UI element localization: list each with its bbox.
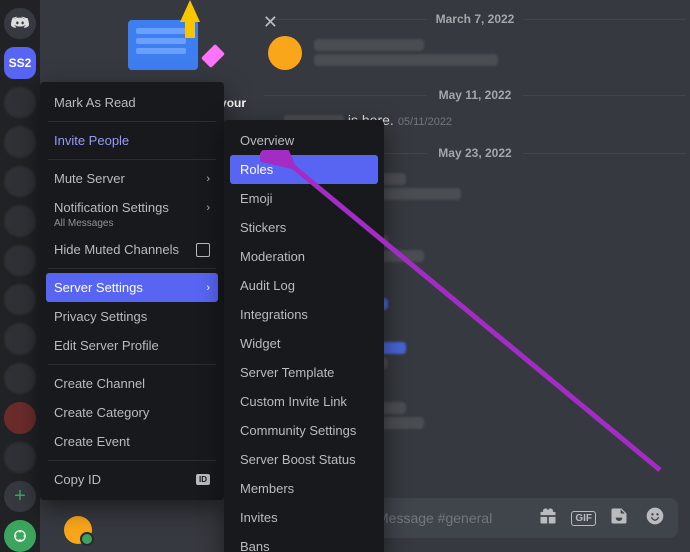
message-input-placeholder: Message #general <box>377 510 525 526</box>
submenu-roles[interactable]: Roles <box>230 155 378 184</box>
home-button[interactable] <box>4 8 36 39</box>
submenu-stickers[interactable]: Stickers <box>230 213 378 242</box>
menu-hide-muted[interactable]: Hide Muted Channels <box>46 235 218 264</box>
chevron-right-icon: › <box>206 282 210 294</box>
submenu-members[interactable]: Members <box>230 474 378 503</box>
server-icon[interactable] <box>4 284 36 315</box>
menu-server-settings[interactable]: Server Settings› <box>46 273 218 302</box>
emoji-icon[interactable] <box>642 506 668 531</box>
gif-icon[interactable]: GIF <box>571 511 596 526</box>
submenu-overview[interactable]: Overview <box>230 126 378 155</box>
server-icon[interactable] <box>4 363 36 394</box>
submenu-moderation[interactable]: Moderation <box>230 242 378 271</box>
menu-privacy-settings[interactable]: Privacy Settings <box>46 302 218 331</box>
menu-mute-server[interactable]: Mute Server› <box>46 164 218 193</box>
redacted-text <box>314 39 424 51</box>
boost-banner: ✕ <box>88 0 238 90</box>
server-icon[interactable] <box>4 245 36 276</box>
menu-invite-people[interactable]: Invite People <box>46 126 218 155</box>
submenu-emoji[interactable]: Emoji <box>230 184 378 213</box>
menu-create-event[interactable]: Create Event <box>46 427 218 456</box>
server-icon[interactable] <box>4 205 36 236</box>
menu-create-category[interactable]: Create Category <box>46 398 218 427</box>
server-context-menu: Mark As Read Invite People Mute Server› … <box>40 82 224 500</box>
date-divider: March 7, 2022 <box>260 12 690 26</box>
menu-edit-server-profile[interactable]: Edit Server Profile <box>46 331 218 360</box>
user-dock[interactable] <box>64 516 92 544</box>
submenu-bans[interactable]: Bans <box>230 532 378 552</box>
server-icon[interactable] <box>4 402 36 433</box>
menu-create-channel[interactable]: Create Channel <box>46 369 218 398</box>
submenu-community-settings[interactable]: Community Settings <box>230 416 378 445</box>
server-icon[interactable] <box>4 126 36 157</box>
submenu-widget[interactable]: Widget <box>230 329 378 358</box>
menu-notification-sublabel: All Messages <box>46 218 218 235</box>
redacted-text <box>314 54 498 66</box>
id-icon: ID <box>196 474 210 485</box>
checkbox-icon <box>196 243 210 257</box>
sticker-icon[interactable] <box>606 506 632 531</box>
server-icon[interactable] <box>4 323 36 354</box>
submenu-server-boost-status[interactable]: Server Boost Status <box>230 445 378 474</box>
close-icon[interactable]: ✕ <box>263 12 278 33</box>
server-icon-selected[interactable]: SS2 <box>4 47 36 78</box>
guild-rail: SS2 + <box>0 0 40 552</box>
date-divider: May 11, 2022 <box>260 88 690 102</box>
submenu-audit-log[interactable]: Audit Log <box>230 271 378 300</box>
chevron-right-icon: › <box>206 173 210 185</box>
chevron-right-icon: › <box>206 202 210 214</box>
menu-copy-id[interactable]: Copy IDID <box>46 465 218 494</box>
submenu-custom-invite-link[interactable]: Custom Invite Link <box>230 387 378 416</box>
submenu-invites[interactable]: Invites <box>230 503 378 532</box>
message-input[interactable]: + Message #general GIF <box>335 498 678 538</box>
explore-button[interactable] <box>4 520 36 551</box>
submenu-integrations[interactable]: Integrations <box>230 300 378 329</box>
server-icon[interactable] <box>4 166 36 197</box>
server-settings-submenu: OverviewRolesEmojiStickersModerationAudi… <box>224 120 384 552</box>
server-icon[interactable] <box>4 87 36 118</box>
self-avatar[interactable] <box>64 516 92 544</box>
avatar[interactable] <box>268 36 302 70</box>
server-icon[interactable] <box>4 442 36 473</box>
menu-mark-as-read[interactable]: Mark As Read <box>46 88 218 117</box>
add-server-button[interactable]: + <box>4 481 36 512</box>
submenu-server-template[interactable]: Server Template <box>230 358 378 387</box>
gift-icon[interactable] <box>535 506 561 531</box>
